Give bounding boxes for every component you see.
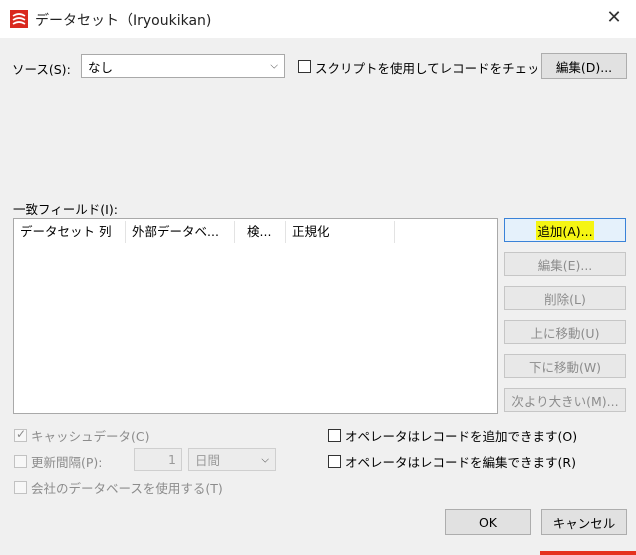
checkmark-icon: ✓: [16, 427, 27, 441]
move-up-button[interactable]: 上に移動(U): [504, 320, 626, 344]
match-fields-label: 一致フィールド(I):: [13, 202, 118, 217]
refresh-value-input[interactable]: 1: [134, 448, 182, 471]
window-title: データセット（Iryoukikan): [35, 13, 212, 29]
cache-data-checkbox[interactable]: ✓: [14, 427, 27, 442]
refresh-interval-checkbox[interactable]: [14, 455, 27, 468]
ok-button[interactable]: OK: [445, 509, 531, 535]
refresh-value: 1: [168, 452, 176, 467]
chevron-down-icon: ⌵: [261, 454, 269, 465]
operator-edit-label: オペレータはレコードを編集できます(R): [345, 455, 576, 470]
cancel-button[interactable]: キャンセル: [541, 509, 627, 535]
operator-add-label: オペレータはレコードを追加できます(O): [345, 429, 578, 444]
use-company-db-label: 会社のデータベースを使用する(T): [31, 481, 223, 496]
close-icon[interactable]: ✕: [604, 8, 624, 28]
add-button[interactable]: 追加(A)...: [504, 218, 626, 242]
move-down-button[interactable]: 下に移動(W): [504, 354, 626, 378]
source-label: ソース(S):: [12, 62, 71, 77]
cache-data-label: キャッシュデータ(C): [31, 429, 150, 444]
delete-button[interactable]: 削除(L): [504, 286, 626, 310]
source-edit-button[interactable]: 編集(D)...: [541, 53, 627, 79]
chevron-down-icon: ⌵: [270, 60, 278, 72]
refresh-interval-label: 更新間隔(P):: [31, 455, 103, 470]
script-check-label: スクリプトを使用してレコードをチェック(H: [315, 61, 537, 76]
match-fields-list[interactable]: データセット 列 外部データベ... 検... 正規化: [13, 218, 498, 414]
use-company-db-checkbox[interactable]: [14, 481, 27, 494]
operator-edit-checkbox[interactable]: [328, 455, 341, 468]
source-select-value: なし: [88, 59, 114, 75]
source-select[interactable]: なし ⌵: [81, 54, 285, 78]
edit-button[interactable]: 編集(E)...: [504, 252, 626, 276]
script-check-checkbox[interactable]: [298, 60, 311, 73]
greater-than-button[interactable]: 次より大きい(M)...: [504, 388, 626, 412]
column-divider[interactable]: [394, 221, 395, 243]
column-header-search[interactable]: 検...: [241, 219, 285, 245]
column-header-external-db[interactable]: 外部データベ...: [126, 219, 234, 245]
column-divider[interactable]: [234, 221, 235, 243]
app-logo-icon: [10, 10, 28, 28]
accent-strip: [540, 551, 636, 555]
column-header-normalize[interactable]: 正規化: [286, 219, 394, 245]
refresh-unit-value: 日間: [195, 453, 221, 468]
operator-add-checkbox[interactable]: [328, 429, 341, 442]
column-header-dataset[interactable]: データセット 列: [14, 219, 124, 245]
add-button-label: 追加(A)...: [536, 220, 594, 240]
refresh-unit-select[interactable]: 日間 ⌵: [188, 448, 276, 471]
